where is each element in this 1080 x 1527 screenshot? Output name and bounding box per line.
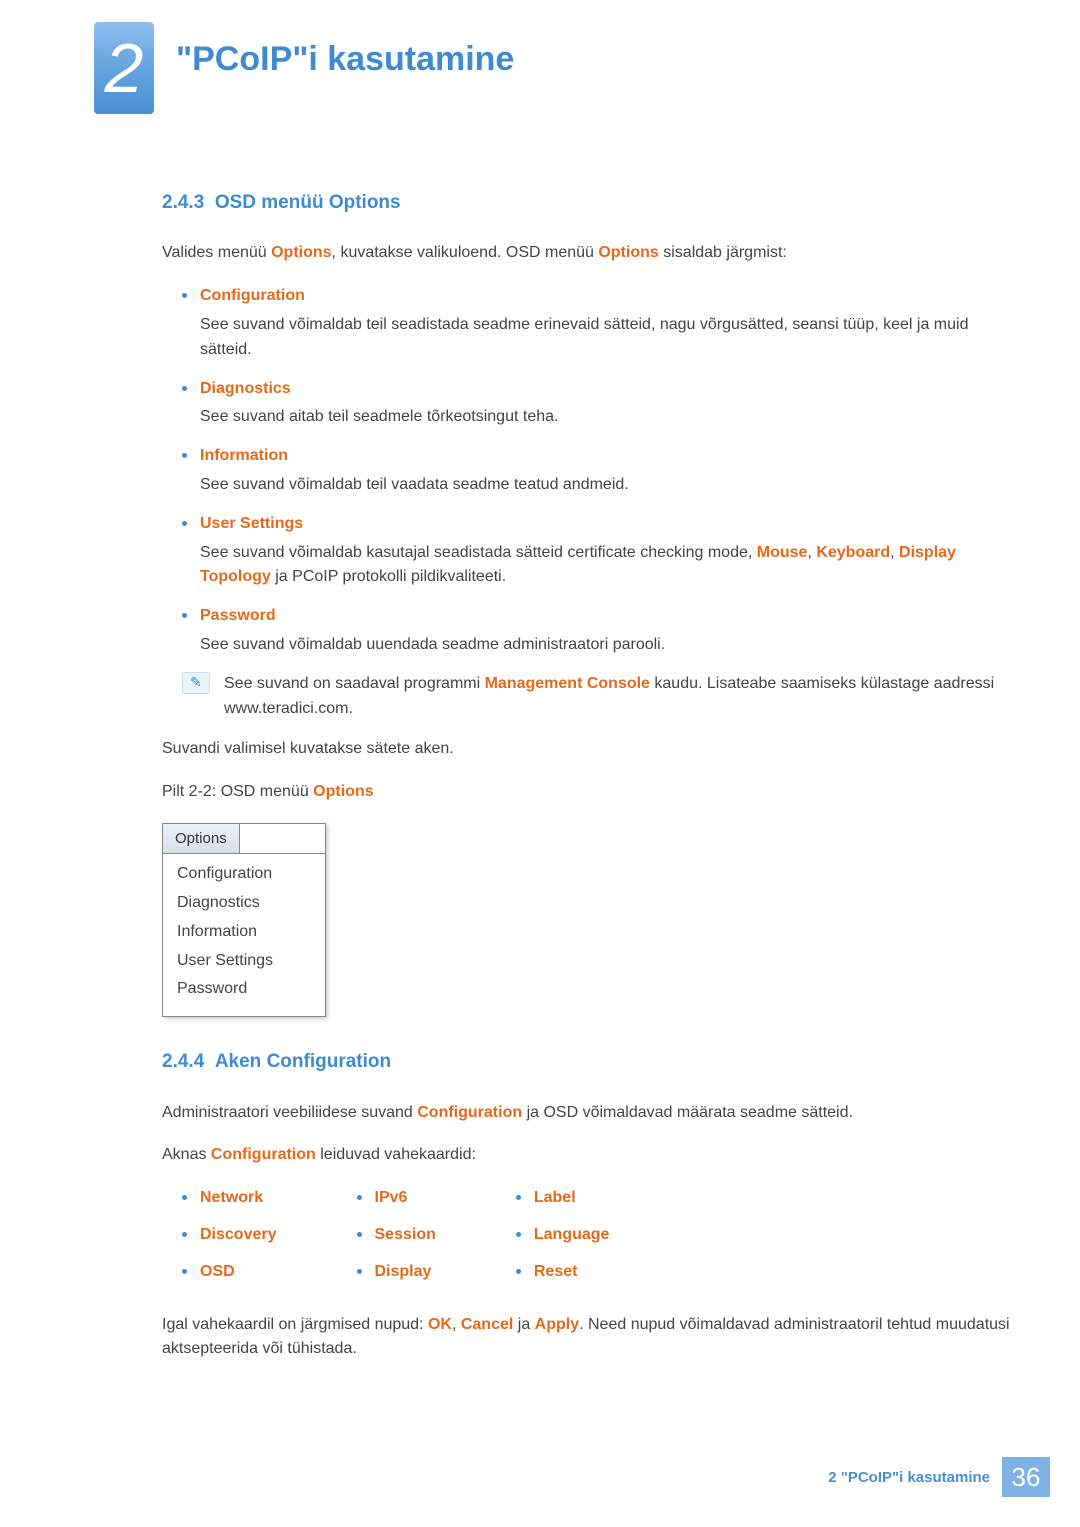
options-menu-screenshot: Options Configuration Diagnostics Inform… [162,823,326,1017]
page-footer: 2 "PCoIP"i kasutamine 36 [828,1457,1050,1497]
text: , kuvatakse valikuloend. OSD menüü [332,244,599,261]
item-desc: See suvand aitab teil seadmele tõrkeotsi… [200,405,1012,430]
list-item: Diagnostics See suvand aitab teil seadme… [182,377,1012,431]
kw-keyboard: Keyboard [816,544,890,561]
tab-item: OSD [182,1260,277,1285]
kw-options: Options [313,783,373,800]
section-num: 2.4.4 [162,1051,204,1072]
tab-label: IPv6 [375,1189,408,1206]
item-title: Configuration [200,284,1012,309]
tab-item: Discovery [182,1223,277,1248]
section-heading-243: 2.4.3 OSD menüü Options [162,188,1012,217]
menu-tab: Options [162,823,240,853]
tab-item: IPv6 [357,1186,436,1211]
item-title: User Settings [200,512,1012,537]
menu-item: Diagnostics [177,889,311,918]
list-item: Configuration See suvand võimaldab teil … [182,284,1012,362]
list-item: Information See suvand võimaldab teil va… [182,444,1012,498]
chapter-title: "PCoIP"i kasutamine [176,40,514,79]
kw-apply: Apply [535,1316,579,1333]
chapter-number-tab: 2 [94,22,154,114]
text: Aknas Configuration leiduvad vahekaardid… [162,1143,1012,1168]
item-desc: See suvand võimaldab uuendada seadme adm… [200,633,1012,658]
section-num: 2.4.3 [162,192,204,213]
tab-item: Display [357,1260,436,1285]
kw-configuration: Configuration [211,1146,316,1163]
text: Administraatori veebiliidese suvand Conf… [162,1101,1012,1126]
text: , [807,544,816,561]
list-item: Password See suvand võimaldab uuendada s… [182,604,1012,658]
text: See suvand võimaldab kasutajal seadistad… [200,544,757,561]
kw-configuration: Configuration [417,1104,522,1121]
item-title: Information [200,444,1012,469]
text: leiduvad vahekaardid: [316,1146,476,1163]
page-number: 36 [1002,1457,1050,1497]
tab-label: Session [375,1226,436,1243]
tabs-columns: Network Discovery OSD IPv6 Session Displ… [182,1186,1012,1296]
text: Pilt 2-2: OSD menüü [162,783,313,800]
tab-item: Session [357,1223,436,1248]
note: ✎ See suvand on saadaval programmi Manag… [182,672,1012,722]
item-title: Password [200,604,1012,629]
tab-item: Reset [516,1260,610,1285]
menu-items: Configuration Diagnostics Information Us… [163,853,325,1016]
section-title: OSD menüü Options [215,192,401,213]
tab-label: Label [534,1189,576,1206]
options-list: Configuration See suvand võimaldab teil … [182,284,1012,658]
chapter-number: 2 [105,28,144,108]
text: ja [513,1316,534,1333]
item-title: Diagnostics [200,377,1012,402]
tabs-col-1: Network Discovery OSD [182,1186,277,1296]
tab-label: OSD [200,1263,235,1280]
tab-label: Discovery [200,1226,277,1243]
tabs-col-3: Label Language Reset [516,1186,610,1296]
tab-label: Network [200,1189,263,1206]
section-heading-244: 2.4.4 Aken Configuration [162,1047,1012,1076]
section-title: Aken Configuration [215,1051,391,1072]
item-desc: See suvand võimaldab kasutajal seadistad… [200,541,1012,591]
text: sisaldab järgmist: [659,244,787,261]
menu-item: Password [177,975,311,1004]
text: Aknas [162,1146,211,1163]
text: Suvandi valimisel kuvatakse sätete aken. [162,737,1012,762]
kw-options: Options [598,244,658,261]
intro-paragraph: Valides menüü Options, kuvatakse valikul… [162,241,1012,266]
text: , [452,1316,461,1333]
tab-label: Language [534,1226,610,1243]
text: ja PCoIP protokolli pildikvaliteeti. [271,568,506,585]
note-icon: ✎ [182,672,210,694]
text: Igal vahekaardil on järgmised nupud: [162,1316,428,1333]
tab-label: Display [375,1263,432,1280]
text: ja OSD võimaldavad määrata seadme sättei… [522,1104,853,1121]
tab-item: Language [516,1223,610,1248]
list-item: User Settings See suvand võimaldab kasut… [182,512,1012,590]
tab-label: Reset [534,1263,578,1280]
note-text: See suvand on saadaval programmi Managem… [224,672,1012,722]
menu-item: Configuration [177,860,311,889]
menu-item: User Settings [177,947,311,976]
item-desc: See suvand võimaldab teil vaadata seadme… [200,473,1012,498]
kw-mouse: Mouse [757,544,808,561]
kw-options: Options [271,244,331,261]
text: Igal vahekaardil on järgmised nupud: OK,… [162,1313,1012,1363]
tab-item: Label [516,1186,610,1211]
text: See suvand on saadaval programmi [224,675,485,692]
text: , [890,544,899,561]
tabs-col-2: IPv6 Session Display [357,1186,436,1296]
kw-cancel: Cancel [461,1316,513,1333]
tab-item: Network [182,1186,277,1211]
menu-item: Information [177,918,311,947]
footer-text: 2 "PCoIP"i kasutamine [828,1469,1002,1486]
text: Valides menüü [162,244,271,261]
item-desc: See suvand võimaldab teil seadistada sea… [200,313,1012,363]
page-content: 2.4.3 OSD menüü Options Valides menüü Op… [162,188,1012,1380]
text: Administraatori veebiliidese suvand [162,1104,417,1121]
figure-caption: Pilt 2-2: OSD menüü Options [162,780,1012,805]
kw-management-console: Management Console [485,675,650,692]
kw-ok: OK [428,1316,452,1333]
